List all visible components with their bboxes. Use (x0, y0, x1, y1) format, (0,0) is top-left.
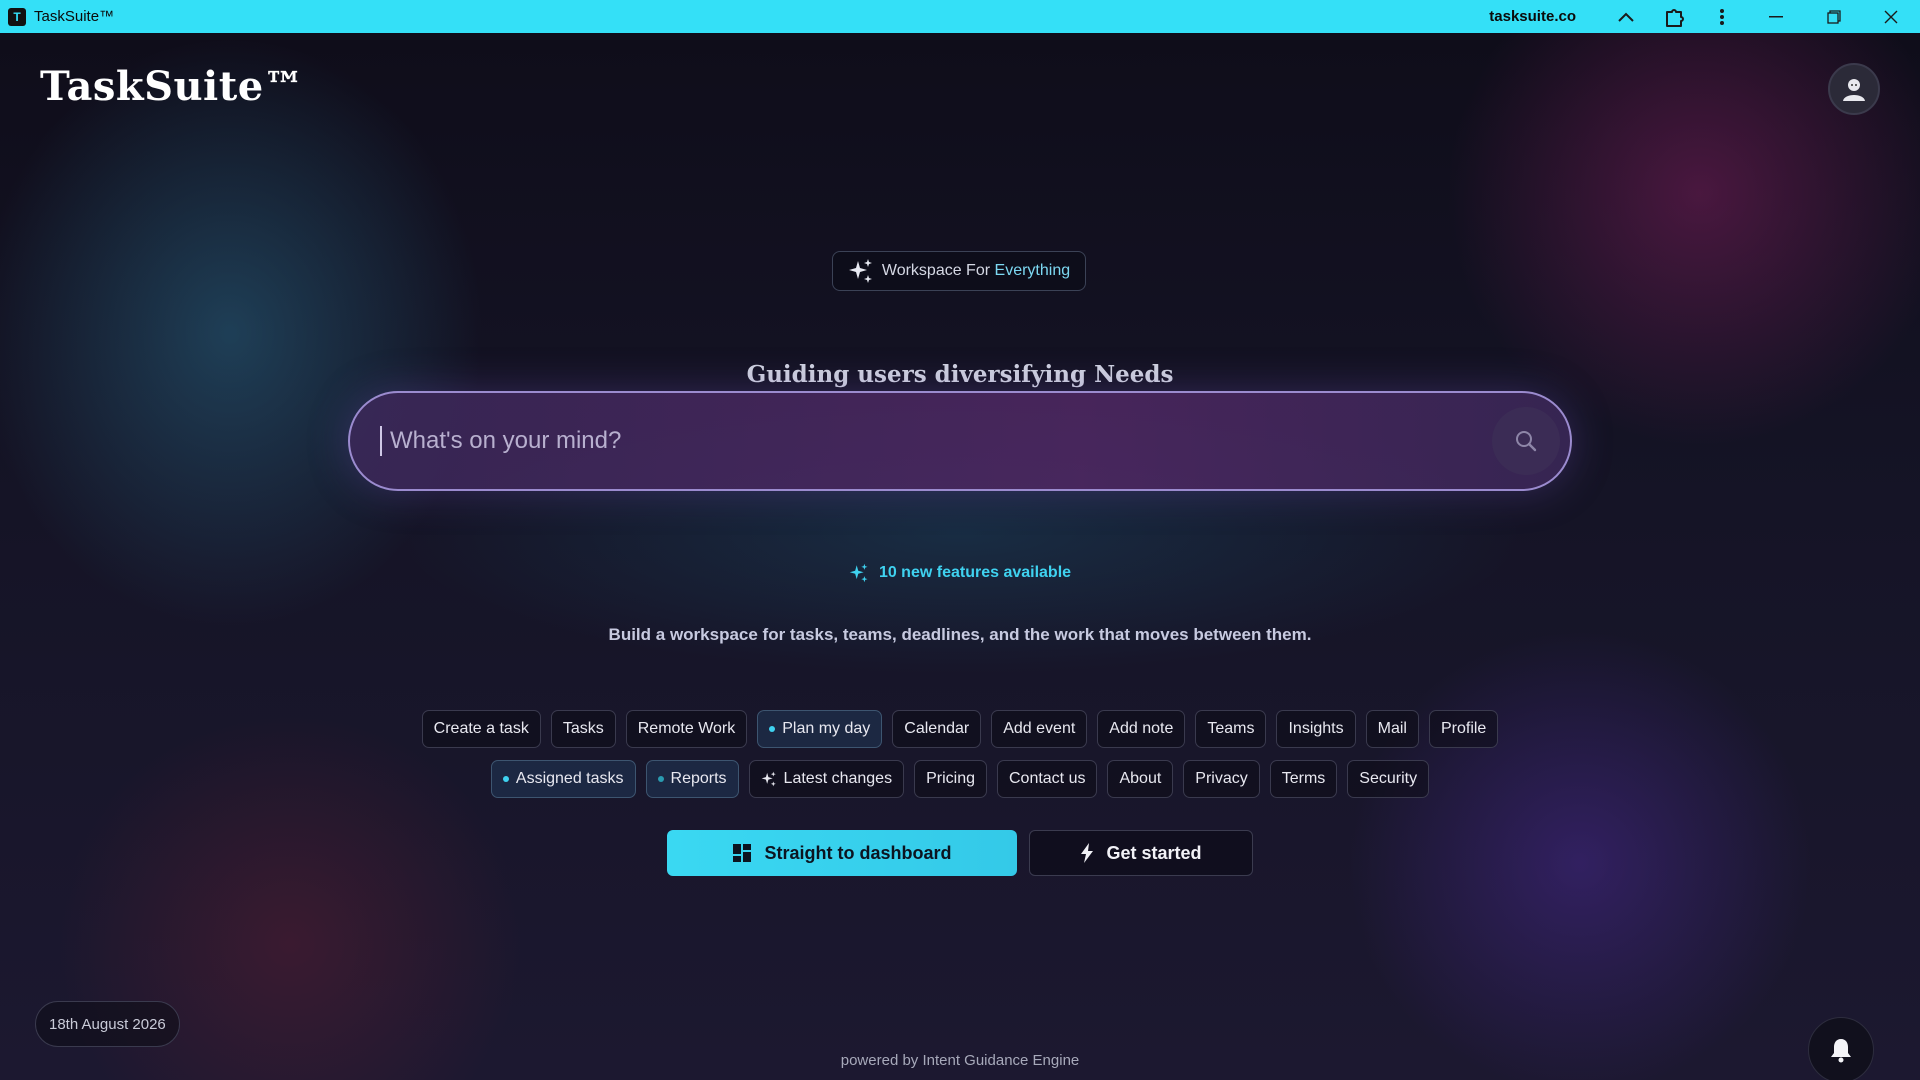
chip-label: Security (1359, 770, 1418, 787)
badge-prefix: Workspace For (881, 262, 991, 279)
chip-create-a-task[interactable]: Create a task (421, 710, 541, 748)
chip-label: Add note (1109, 720, 1174, 737)
close-icon[interactable] (1862, 0, 1920, 33)
chip-assigned-tasks[interactable]: Assigned tasks (490, 760, 636, 798)
sparkle-icon (761, 771, 776, 787)
status-dot (502, 776, 509, 782)
status-dot (769, 726, 776, 732)
chip-privacy[interactable]: Privacy (1183, 760, 1260, 798)
logo[interactable]: TaskSuite™ (40, 63, 304, 110)
chip-insights[interactable]: Insights (1276, 710, 1356, 748)
chip-label: Plan my day (782, 720, 871, 737)
bell-icon (1831, 1039, 1851, 1063)
date-badge: 18th August 2026 (35, 1001, 180, 1047)
app-page: TaskSuite™ Workspace For Everything Guid… (0, 33, 1920, 1080)
chip-tasks[interactable]: Tasks (550, 710, 616, 748)
chip-calendar[interactable]: Calendar (892, 710, 982, 748)
site-domain: tasksuite.co (1489, 8, 1576, 25)
powered-by: powered by Intent Guidance Engine (840, 1052, 1080, 1069)
chip-profile[interactable]: Profile (1428, 710, 1499, 748)
chip-pricing[interactable]: Pricing (914, 760, 987, 798)
chevron-up-icon[interactable] (1602, 0, 1650, 33)
chip-terms[interactable]: Terms (1269, 760, 1338, 798)
chip-add-note[interactable]: Add note (1097, 710, 1186, 748)
chip-remote-work[interactable]: Remote Work (625, 710, 748, 748)
search-icon (1516, 431, 1537, 452)
chip-label: Reports (670, 770, 727, 787)
chip-plan-my-day[interactable]: Plan my day (757, 710, 883, 748)
workspace-badge: Workspace For Everything (832, 251, 1086, 291)
search-button[interactable] (1492, 407, 1560, 475)
chip-label: Mail (1377, 720, 1407, 737)
chip-label: Tasks (562, 720, 604, 737)
features-text: 10 new features available (878, 564, 1072, 581)
chip-label: Add event (1003, 720, 1076, 737)
badge-accent: Everything (994, 262, 1071, 279)
titlebar-controls: tasksuite.co (1489, 0, 1920, 33)
quick-actions-row-1: Create a task Tasks Remote Work Plan my … (0, 710, 1920, 748)
chip-label: Create a task (433, 720, 529, 737)
chip-label: Pricing (926, 770, 975, 787)
app-icon: T (8, 7, 26, 26)
notifications-button[interactable] (1808, 1017, 1874, 1080)
dashboard-button[interactable]: Straight to dashboard (667, 830, 1017, 876)
chip-about[interactable]: About (1107, 760, 1174, 798)
get-started-label: Get started (1106, 842, 1202, 863)
description: Build a workspace for tasks, teams, dead… (608, 625, 1312, 644)
chip-label: Profile (1440, 720, 1487, 737)
dashboard-button-label: Straight to dashboard (764, 842, 952, 863)
avatar[interactable] (1828, 63, 1880, 115)
status-dot (657, 776, 664, 782)
avatar-icon (1843, 79, 1865, 101)
chip-reports[interactable]: Reports (645, 760, 739, 798)
new-features-link[interactable]: 10 new features available (0, 563, 1920, 583)
chip-label: Teams (1207, 720, 1255, 737)
extension-icon[interactable] (1650, 0, 1698, 33)
minimize-icon[interactable] (1746, 0, 1806, 33)
restore-icon[interactable] (1806, 0, 1862, 33)
get-started-button[interactable]: Get started (1029, 830, 1253, 876)
window-title: TaskSuite™ (34, 8, 115, 25)
chip-label: Calendar (904, 720, 970, 737)
chip-label: Insights (1288, 720, 1344, 737)
search-input[interactable] (380, 426, 1440, 456)
page-subtitle: Guiding users diversifying Needs (746, 361, 1174, 388)
browser-titlebar: T TaskSuite™ tasksuite.co (0, 0, 1920, 33)
chip-label: Assigned tasks (515, 770, 624, 787)
chip-label: Privacy (1195, 770, 1248, 787)
chip-mail[interactable]: Mail (1365, 710, 1419, 748)
chip-security[interactable]: Security (1347, 760, 1430, 798)
chip-latest-changes[interactable]: Latest changes (748, 760, 905, 798)
more-vertical-icon[interactable] (1698, 0, 1746, 33)
sparkle-icon (849, 563, 868, 583)
chip-label: About (1119, 770, 1162, 787)
dashboard-icon (733, 844, 752, 862)
chip-label: Contact us (1008, 770, 1086, 787)
bolt-icon (1081, 843, 1094, 863)
primary-actions: Straight to dashboard Get started (0, 830, 1920, 876)
chip-add-event[interactable]: Add event (991, 710, 1088, 748)
chip-label: Latest changes (783, 770, 893, 787)
sparkle-icon (848, 259, 872, 283)
chip-label: Terms (1281, 770, 1326, 787)
chip-label: Remote Work (637, 720, 736, 737)
quick-actions-row-2: Assigned tasks Reports Latest changes Pr… (0, 760, 1920, 798)
chip-contact-us[interactable]: Contact us (996, 760, 1098, 798)
search-box (348, 391, 1572, 491)
chip-teams[interactable]: Teams (1195, 710, 1267, 748)
